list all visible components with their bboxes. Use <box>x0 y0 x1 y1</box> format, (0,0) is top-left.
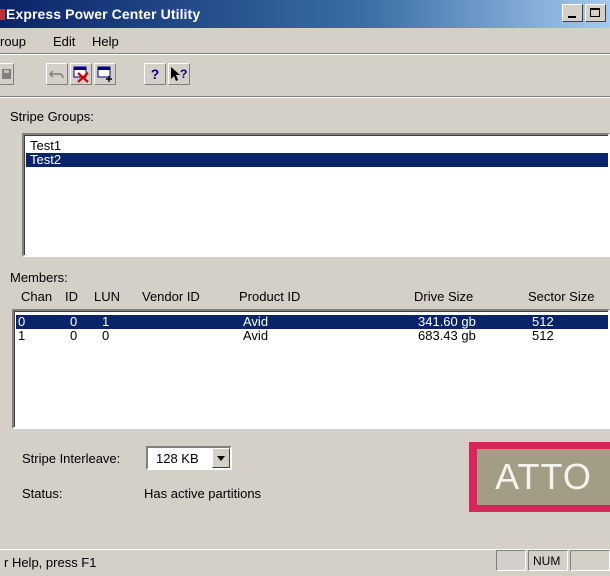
undo-icon <box>49 70 64 79</box>
column-header-sector-size[interactable]: Sector Size <box>528 289 594 304</box>
help-button[interactable]: ? <box>144 63 166 85</box>
column-header-id[interactable]: ID <box>65 289 78 304</box>
member-lun: 0 <box>102 328 110 343</box>
delete-group-icon <box>73 66 89 83</box>
stripe-groups-label: Stripe Groups: <box>10 109 94 124</box>
maximize-button[interactable] <box>585 4 606 22</box>
toolbar-divider-bottom <box>0 96 610 98</box>
column-header-drive-size[interactable]: Drive Size <box>414 289 473 304</box>
stripe-groups-label-text: Stripe Groups: <box>10 109 94 124</box>
context-help-icon: ? <box>171 67 187 81</box>
menu-edit[interactable]: Edit <box>53 34 75 49</box>
minimize-icon <box>568 16 576 18</box>
member-id: 0 <box>70 328 78 343</box>
maximize-icon <box>590 8 600 17</box>
stripe-group-item-selected[interactable]: Test2 <box>26 153 608 167</box>
save-button[interactable] <box>0 63 14 85</box>
member-chan: 0 <box>18 314 26 329</box>
column-header-product-id[interactable]: Product ID <box>239 289 300 304</box>
member-sector-size: 512 <box>532 314 554 329</box>
member-id: 0 <box>70 314 78 329</box>
status-panel-num: NUM <box>528 550 568 571</box>
members-label: Members: <box>10 270 68 285</box>
member-product: Avid <box>243 328 269 343</box>
stripe-group-item[interactable]: Test1 <box>26 139 608 153</box>
menu-bar: roup Edit Help <box>0 29 610 53</box>
member-drive-size: 341.60 gb <box>418 314 476 329</box>
stripe-interleave-label: Stripe Interleave: <box>22 451 121 466</box>
status-bar-text: r Help, press F1 <box>4 555 97 570</box>
member-product: Avid <box>243 314 269 329</box>
new-group-button[interactable] <box>94 63 116 85</box>
column-header-lun[interactable]: LUN <box>94 289 120 304</box>
member-lun: 1 <box>102 314 110 329</box>
toolbar-divider <box>0 53 610 55</box>
stripe-group-name: Test2 <box>30 152 62 167</box>
minimize-button[interactable] <box>562 4 583 22</box>
delete-group-button[interactable] <box>70 63 92 85</box>
chevron-down-icon <box>217 456 225 461</box>
window-title: Express Power Center Utility <box>6 6 201 22</box>
dropdown-button[interactable] <box>212 448 230 468</box>
menu-help[interactable]: Help <box>92 34 119 49</box>
column-header-vendor-id[interactable]: Vendor ID <box>142 289 200 304</box>
column-header-chan[interactable]: Chan <box>21 289 52 304</box>
member-row-selected[interactable]: 0 0 1 Avid 341.60 gb 512 <box>16 315 608 329</box>
atto-logo: ATTO <box>477 449 610 505</box>
stripe-interleave-value: 128 KB <box>156 451 199 466</box>
menu-group[interactable]: roup <box>0 34 26 49</box>
stripe-groups-list[interactable]: Test1 Test2 <box>22 133 610 257</box>
member-row[interactable]: 1 0 0 Avid 683.43 gb 512 <box>16 329 608 343</box>
svg-text:?: ? <box>180 67 187 81</box>
status-label: Status: <box>22 486 63 501</box>
stripe-interleave-select[interactable]: 128 KB <box>146 446 232 470</box>
member-sector-size: 512 <box>532 328 554 343</box>
app-icon[interactable] <box>0 9 5 20</box>
member-drive-size: 683.43 gb <box>418 328 476 343</box>
status-value: Has active partitions <box>144 486 262 501</box>
status-panel-caps <box>496 550 526 571</box>
status-panel-scrl <box>570 550 610 571</box>
member-chan: 1 <box>18 328 26 343</box>
help-icon: ? <box>150 66 160 82</box>
window-controls <box>562 4 610 24</box>
members-list[interactable]: 0 0 1 Avid 341.60 gb 512 1 0 0 Avid 683.… <box>12 309 610 429</box>
new-group-icon <box>97 66 112 82</box>
context-help-button[interactable]: ? <box>168 63 190 85</box>
stripe-group-name: Test1 <box>30 138 62 153</box>
undo-button[interactable] <box>46 63 68 85</box>
save-icon <box>1 69 11 79</box>
